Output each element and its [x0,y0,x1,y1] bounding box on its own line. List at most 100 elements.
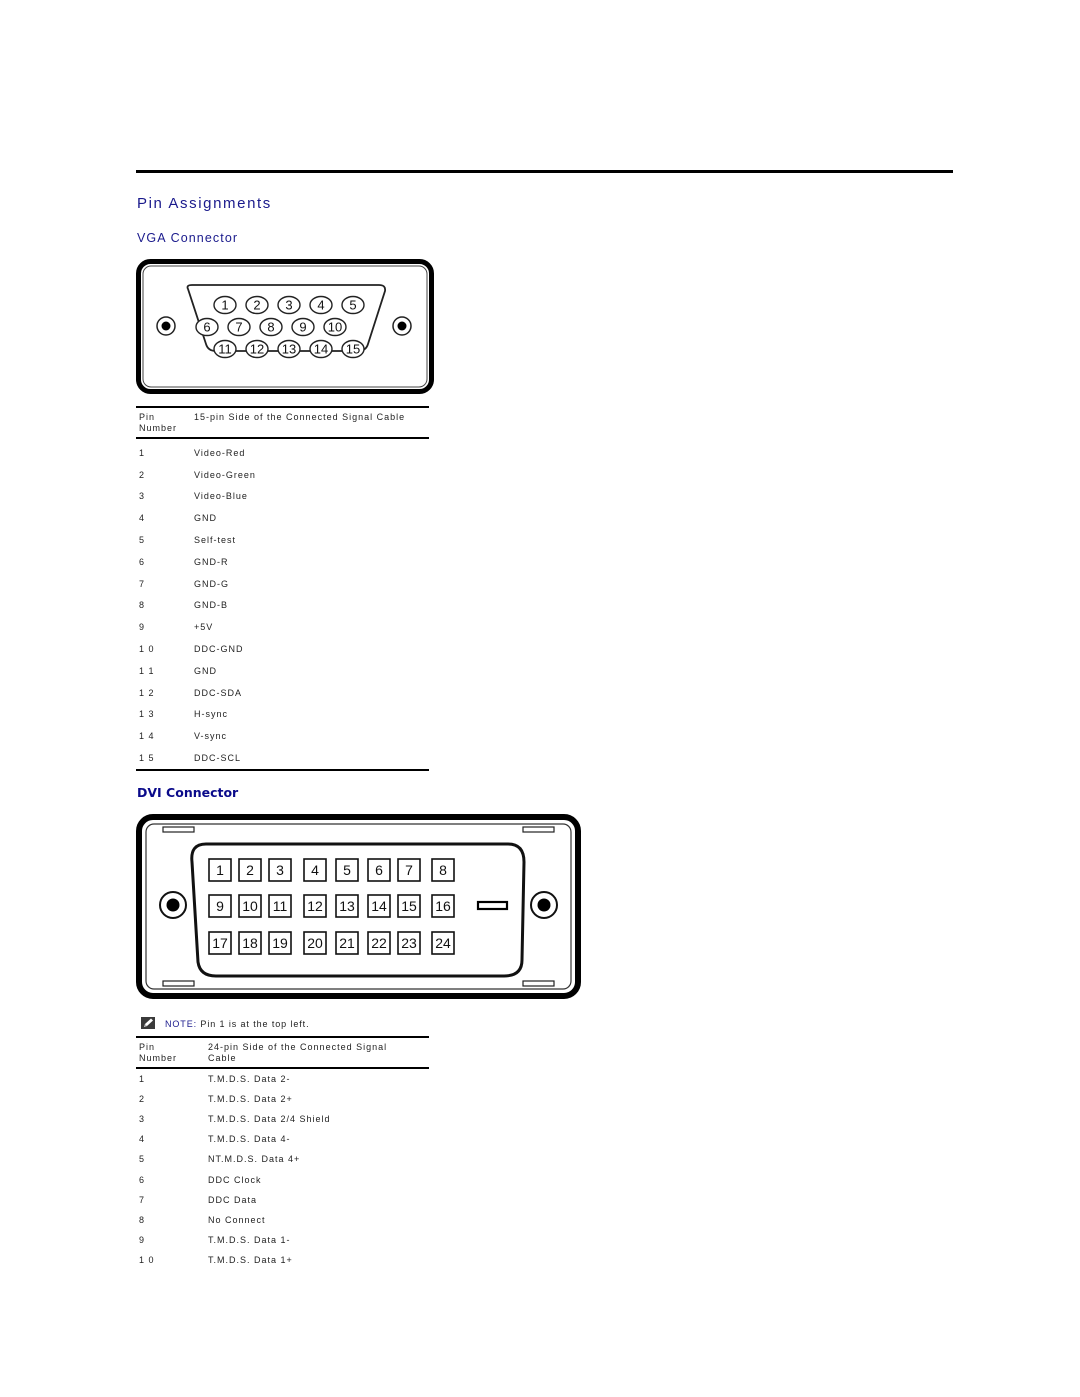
signal-cell: T.M.D.S. Data 4- [208,1134,291,1145]
header-pin-number: Pin Number [136,1037,205,1068]
table-row: 1 3 H-sync [136,704,429,726]
signal-cell: T.M.D.S. Data 2/4 Shield [208,1114,331,1125]
pin-number-cell: 2 [139,469,146,480]
pin-number-cell: 4 [139,1134,146,1145]
table-row: 9 T.M.D.S. Data 1- [136,1230,429,1250]
signal-cell: GND [194,513,217,524]
table-row: 2 Video-Green [136,464,429,486]
signal-cell: GND-G [194,578,229,589]
signal-cell: DDC Clock [208,1174,262,1185]
signal-cell: T.M.D.S. Data 2- [208,1074,291,1085]
table-row: 3 Video-Blue [136,486,429,508]
pin-number-cell: 1 4 [139,731,155,742]
vga-heading: VGA Connector [137,231,239,245]
signal-cell: DDC Data [208,1194,258,1205]
dvi-pin-label: 3 [276,862,284,878]
signal-cell: DDC-SDA [194,687,243,698]
signal-cell: DDC-GND [194,644,244,655]
vga-pin-label: 13 [282,342,296,357]
vga-pin-label: 9 [299,320,306,335]
table-row: 9 +5V [136,616,429,638]
dvi-pin-label: 7 [405,862,413,878]
dvi-latch-bottom-right [522,980,555,987]
table-row: 3 T.M.D.S. Data 2/4 Shield [136,1109,429,1129]
pin-number-cell: 9 [139,1234,146,1245]
vga-pin-label: 15 [346,342,360,357]
dvi-pin-label: 2 [246,862,254,878]
pin-number-cell: 1 [139,447,146,458]
table-row: 4 GND [136,507,429,529]
table-row: 5 NT.M.D.S. Data 4+ [136,1149,429,1169]
dvi-pin-label: 5 [343,862,351,878]
pin-number-cell: 1 3 [139,709,155,720]
pin-number-cell: 4 [139,513,146,524]
pin-number-cell: 1 2 [139,687,155,698]
dvi-mount-hole-left [159,891,187,919]
vga-pin-label: 14 [314,342,328,357]
top-divider [136,170,953,173]
header-pin-line2: Number [139,423,178,433]
dvi-connector-diagram: 1 2 3 4 5 6 7 89 10 11 12 13 14 15 1617 18 19 20 21 22 23 24 [136,814,581,999]
pin-number-cell: 1 5 [139,753,155,764]
table-row: 8 No Connect [136,1210,429,1230]
page-title: Pin Assignments [137,195,272,212]
table-row: 1 1 GND [136,660,429,682]
table-row: 1 5 DDC-SCL [136,747,429,770]
dvi-pin-label: 21 [339,935,355,951]
pin-number-cell: 8 [139,1214,146,1225]
vga-pin-label: 6 [203,320,210,335]
dvi-latch-top-left [162,826,195,833]
pin-number-cell: 5 [139,1154,146,1165]
dvi-pin-label: 20 [307,935,323,951]
pin-number-cell: 1 0 [139,1254,155,1265]
vga-mount-hole-left [156,316,176,336]
table-row: 1 2 DDC-SDA [136,682,429,704]
signal-cell: Self-test [194,535,237,546]
vga-pin-label: 12 [250,342,264,357]
dvi-pin-label: 24 [435,935,451,951]
dvi-pin-label: 16 [435,898,451,914]
vga-pin-table: Pin Number 15-pin Side of the Connected … [136,406,429,771]
dvi-pin-table: Pin Number 24-pin Side of the Connected … [136,1036,429,1270]
pin-number-cell: 7 [139,578,146,589]
dvi-pin-label: 14 [371,898,387,914]
vga-pin-label: 5 [349,298,356,313]
dvi-pin-label: 12 [307,898,323,914]
table-row: 7 DDC Data [136,1190,429,1210]
vga-connector-diagram: 1 2 3 4 56 7 8 9 1011 12 13 14 15 [136,259,434,394]
signal-cell: GND [194,665,217,676]
pin-number-cell: 3 [139,1114,146,1125]
vga-pin-label: 3 [285,298,292,313]
pin-number-cell: 7 [139,1194,146,1205]
pin-number-cell: 6 [139,1174,146,1185]
note-label: NOTE: [165,1019,198,1029]
dvi-pin-label: 18 [242,935,258,951]
dvi-pin-label: 6 [375,862,383,878]
pin-number-cell: 1 1 [139,665,155,676]
header-pin-line2: Number [139,1053,178,1063]
vga-pin-label: 11 [218,342,232,357]
pin-number-cell: 2 [139,1094,146,1105]
vga-pin-label: 10 [328,320,342,335]
dvi-pin-label: 15 [401,898,417,914]
dvi-pin-label: 9 [216,898,224,914]
signal-cell: H-sync [194,709,229,720]
signal-cell: DDC-SCL [194,753,242,764]
dvi-pin-label: 19 [272,935,288,951]
dvi-pin-label: 22 [371,935,387,951]
dvi-pin-label: 11 [273,898,288,914]
signal-cell: T.M.D.S. Data 1+ [208,1254,293,1265]
header-pin-line1: Pin [139,1042,156,1052]
pin-number-cell: 3 [139,491,146,502]
table-row: 1 T.M.D.S. Data 2- [136,1068,429,1089]
table-row: 5 Self-test [136,529,429,551]
signal-cell: GND-B [194,600,228,611]
vga-mount-hole-right [392,316,412,336]
pin-number-cell: 8 [139,600,146,611]
dvi-latch-top-right [522,826,555,833]
signal-cell: Video-Green [194,469,256,480]
note-pencil-icon [141,1017,155,1029]
signal-cell: Video-Blue [194,491,248,502]
table-row: 1 4 V-sync [136,725,429,747]
table-row: 6 DDC Clock [136,1169,429,1189]
